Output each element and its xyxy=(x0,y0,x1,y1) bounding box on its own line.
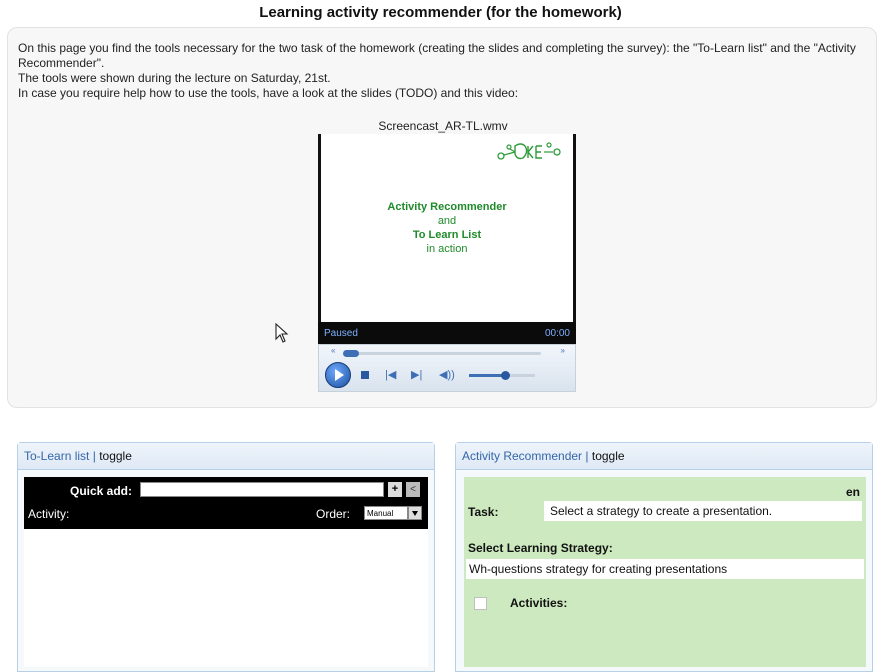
header-separator: | xyxy=(92,449,96,463)
stop-button[interactable] xyxy=(361,371,369,379)
activities-label: Activities: xyxy=(510,596,568,610)
intro-box: On this page you find the tools necessar… xyxy=(7,27,877,408)
to-learn-panel-header: To-Learn list | toggle xyxy=(18,443,434,470)
volume-thumb[interactable] xyxy=(501,371,511,380)
to-learn-panel: To-Learn list | toggle Quick add: + < Ac… xyxy=(17,442,435,672)
volume-slider[interactable] xyxy=(469,371,535,380)
video-status-bar: Paused 00:00 xyxy=(318,322,576,344)
order-select[interactable]: Manual xyxy=(364,506,408,520)
strategy-label: Select Learning Strategy: xyxy=(468,541,613,555)
to-learn-toolbar: Quick add: + < Activity: Order: Manual xyxy=(24,477,428,529)
intro-text: On this page you find the tools necessar… xyxy=(18,41,868,101)
language-switch[interactable]: en xyxy=(846,485,860,499)
to-learn-area: Quick add: + < Activity: Order: Manual xyxy=(24,477,428,667)
video-frame-line-2: and xyxy=(437,215,457,227)
mouse-cursor-icon xyxy=(275,323,289,343)
activity-label: Activity: xyxy=(28,507,70,521)
video-caption: Screencast_AR-TL.wmv xyxy=(378,119,508,133)
recommender-area: en Task: Select a strategy to create a p… xyxy=(464,477,866,667)
volume-fill xyxy=(469,374,506,377)
activity-recommender-link[interactable]: Activity Recommender xyxy=(462,449,582,463)
seek-slider[interactable] xyxy=(343,350,541,357)
video-frame-text: Activity Recommender and To Learn List i… xyxy=(321,200,573,256)
play-button[interactable] xyxy=(325,362,351,388)
video-logo-icon xyxy=(497,142,561,160)
page-title: Learning activity recommender (for the h… xyxy=(259,4,622,21)
video-frame-line-4: in action xyxy=(426,243,468,255)
seek-forward-icon[interactable]: » xyxy=(561,346,565,355)
video-frame-line-1: Activity Recommender xyxy=(387,201,507,213)
next-button[interactable]: ▶| xyxy=(411,368,422,381)
video-time: 00:00 xyxy=(544,327,570,339)
video-controls: « » |◀ ▶| ◀)) xyxy=(318,344,576,392)
header-separator: | xyxy=(585,449,589,463)
seek-thumb[interactable] xyxy=(343,350,359,357)
quick-add-label: Quick add: xyxy=(70,484,133,498)
seek-back-icon[interactable]: « xyxy=(331,346,335,355)
intro-line-2: The tools were shown during the lecture … xyxy=(18,71,331,85)
order-label: Order: xyxy=(316,507,351,521)
quick-add-button[interactable]: + xyxy=(388,482,402,497)
video-screen[interactable]: Activity Recommender and To Learn List i… xyxy=(318,134,576,322)
to-learn-toggle[interactable]: toggle xyxy=(99,449,132,463)
quick-add-back-button[interactable]: < xyxy=(406,482,420,497)
intro-line-1: On this page you find the tools necessar… xyxy=(18,41,856,70)
activity-recommender-header: Activity Recommender | toggle xyxy=(456,443,872,470)
intro-line-3: In case you require help how to use the … xyxy=(18,86,519,100)
video-status: Paused xyxy=(324,327,358,339)
activity-recommender-toggle[interactable]: toggle xyxy=(592,449,625,463)
quick-add-input[interactable] xyxy=(140,482,384,497)
activities-checkbox[interactable] xyxy=(474,597,487,610)
volume-icon[interactable]: ◀)) xyxy=(439,368,455,381)
video-player[interactable]: Activity Recommender and To Learn List i… xyxy=(318,134,576,392)
video-frame-line-3: To Learn List xyxy=(412,229,482,241)
previous-button[interactable]: |◀ xyxy=(385,368,396,381)
to-learn-link[interactable]: To-Learn list xyxy=(24,449,89,463)
activity-recommender-panel: Activity Recommender | toggle en Task: S… xyxy=(455,442,873,672)
chevron-down-icon[interactable] xyxy=(408,506,422,520)
task-value: Select a strategy to create a presentati… xyxy=(544,501,862,521)
strategy-select[interactable]: Wh-questions strategy for creating prese… xyxy=(466,559,864,579)
task-label: Task: xyxy=(468,505,499,519)
